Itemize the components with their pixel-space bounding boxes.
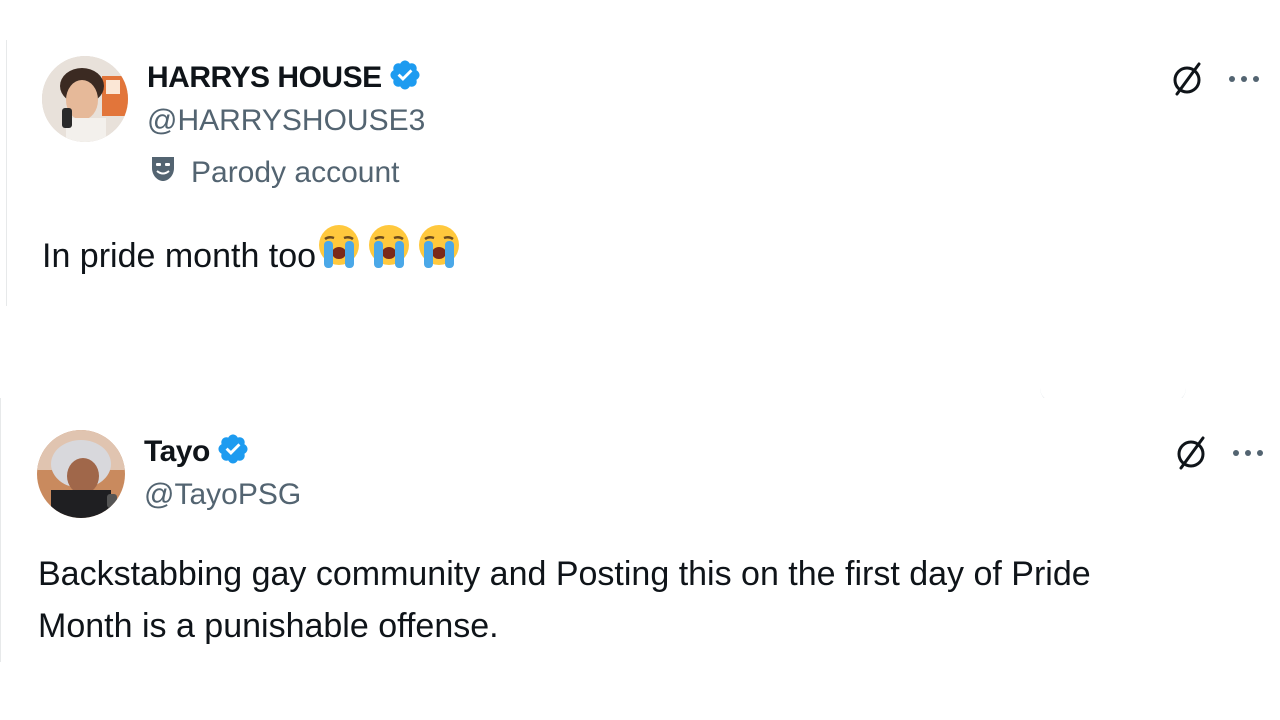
handle[interactable]: @HARRYSHOUSE3 bbox=[147, 104, 425, 138]
loudly-crying-face-icon bbox=[416, 223, 462, 284]
verified-badge-icon bbox=[388, 58, 422, 97]
more-icon[interactable] bbox=[1227, 72, 1263, 90]
grok-icon[interactable] bbox=[1171, 432, 1211, 477]
loudly-crying-face-icon bbox=[366, 223, 412, 284]
more-icon[interactable] bbox=[1231, 446, 1267, 464]
grok-icon[interactable] bbox=[1167, 58, 1207, 103]
tweet-text-line: Month is a punishable offense. bbox=[38, 607, 499, 645]
display-name[interactable]: HARRYS HOUSE bbox=[147, 61, 382, 95]
parody-label-text: Parody account bbox=[191, 156, 400, 189]
handle[interactable]: @TayoPSG bbox=[144, 478, 301, 512]
verified-badge-icon bbox=[216, 432, 250, 471]
avatar[interactable] bbox=[37, 430, 125, 518]
loudly-crying-face-icon bbox=[316, 223, 362, 284]
tweet-card[interactable]: Tayo @TayoPSG Backstabbing gay community… bbox=[0, 398, 1280, 662]
parody-mask-icon bbox=[149, 154, 177, 192]
tweet-text-content: In pride month too bbox=[42, 237, 317, 275]
display-name[interactable]: Tayo bbox=[144, 435, 210, 469]
avatar[interactable] bbox=[42, 56, 128, 142]
avatar-image bbox=[42, 56, 128, 142]
avatar-image bbox=[37, 430, 125, 518]
tweet-card[interactable]: HARRYS HOUSE @HARRYSHOUSE3 Parody accoun… bbox=[6, 40, 1280, 306]
parody-label: Parody account bbox=[149, 154, 399, 192]
tweet-text-line: Backstabbing gay community and Posting t… bbox=[38, 555, 1091, 593]
tweet-text: In pride month too bbox=[42, 224, 466, 284]
